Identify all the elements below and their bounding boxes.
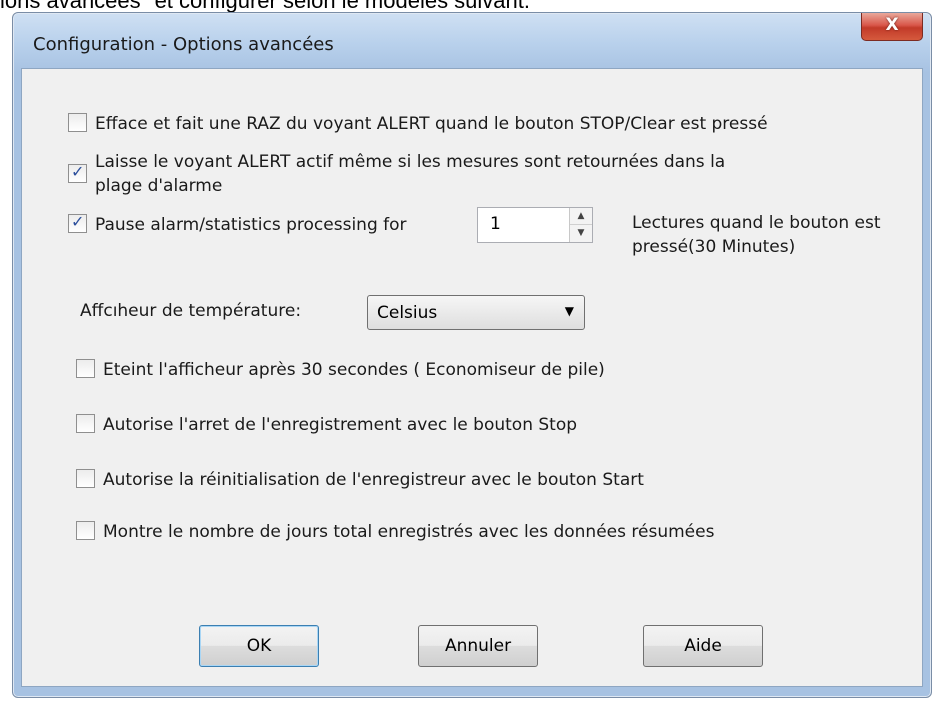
option-start-button[interactable]: Autorise la réinitialisation de l'enregi… bbox=[76, 468, 644, 492]
spinner-up-icon[interactable]: ▲ bbox=[570, 208, 592, 225]
total-days-checkbox[interactable] bbox=[76, 521, 95, 540]
cancel-button[interactable]: Annuler bbox=[418, 625, 538, 667]
temperature-label: Affcıheur de température: bbox=[80, 301, 302, 321]
display-off-label: Eteint l'afficheur après 30 secondes ( E… bbox=[103, 360, 605, 380]
clear-alert-checkbox[interactable] bbox=[68, 113, 87, 132]
ok-button[interactable]: OK bbox=[199, 625, 319, 667]
pause-checkbox[interactable] bbox=[68, 212, 87, 233]
spinner-arrows[interactable]: ▲ ▼ bbox=[569, 208, 592, 242]
keep-alert-label-line2: plage d'alarme bbox=[95, 176, 223, 196]
temperature-unit-select[interactable]: Celsius ▼ bbox=[367, 295, 585, 330]
pause-suffix-line2: pressé(30 Minutes) bbox=[632, 237, 796, 257]
start-button-checkbox[interactable] bbox=[76, 469, 95, 488]
pause-readings-value: 1 bbox=[490, 214, 501, 234]
temperature-unit-value: Celsius bbox=[377, 303, 438, 323]
pause-label: Pause alarm/statistics processing for bbox=[95, 215, 407, 235]
options-dialog: Configuration - Options avancées X Effac… bbox=[12, 12, 932, 698]
stop-button-label: Autorise l'arret de l'enregistrement ave… bbox=[103, 415, 578, 435]
display-off-checkbox[interactable] bbox=[76, 359, 95, 378]
stop-button-checkbox[interactable] bbox=[76, 414, 95, 433]
close-button[interactable]: X bbox=[861, 13, 923, 41]
chevron-down-icon: ▼ bbox=[564, 304, 574, 318]
keep-alert-label-line1: Laisse le voyant ALERT actif même si les… bbox=[95, 152, 726, 172]
spinner-down-icon[interactable]: ▼ bbox=[570, 225, 592, 241]
option-pause[interactable]: Pause alarm/statistics processing for bbox=[68, 212, 407, 237]
option-total-days[interactable]: Montre le nombre de jours total enregist… bbox=[76, 520, 714, 544]
clear-alert-label: Efface et fait une RAZ du voyant ALERT q… bbox=[95, 114, 768, 134]
total-days-label: Montre le nombre de jours total enregist… bbox=[103, 522, 715, 542]
keep-alert-checkbox[interactable] bbox=[68, 162, 87, 183]
pause-suffix: Lectures quand le bouton est pressé(30 M… bbox=[632, 211, 880, 259]
option-keep-alert[interactable]: Laisse le voyant ALERT actif même si les… bbox=[68, 150, 725, 198]
close-icon: X bbox=[885, 15, 899, 35]
pause-readings-spinner[interactable]: 1 ▲ ▼ bbox=[477, 207, 593, 243]
option-clear-alert[interactable]: Efface et fait une RAZ du voyant ALERT q… bbox=[68, 112, 768, 136]
help-button[interactable]: Aide bbox=[643, 625, 763, 667]
dialog-body: Efface et fait une RAZ du voyant ALERT q… bbox=[21, 68, 923, 687]
option-display-off[interactable]: Eteint l'afficheur après 30 secondes ( E… bbox=[76, 358, 605, 382]
dialog-title: Configuration - Options avancées bbox=[33, 34, 334, 55]
pause-suffix-line1: Lectures quand le bouton est bbox=[632, 213, 881, 233]
start-button-label: Autorise la réinitialisation de l'enregi… bbox=[103, 470, 644, 490]
option-stop-button[interactable]: Autorise l'arret de l'enregistrement ave… bbox=[76, 413, 577, 437]
